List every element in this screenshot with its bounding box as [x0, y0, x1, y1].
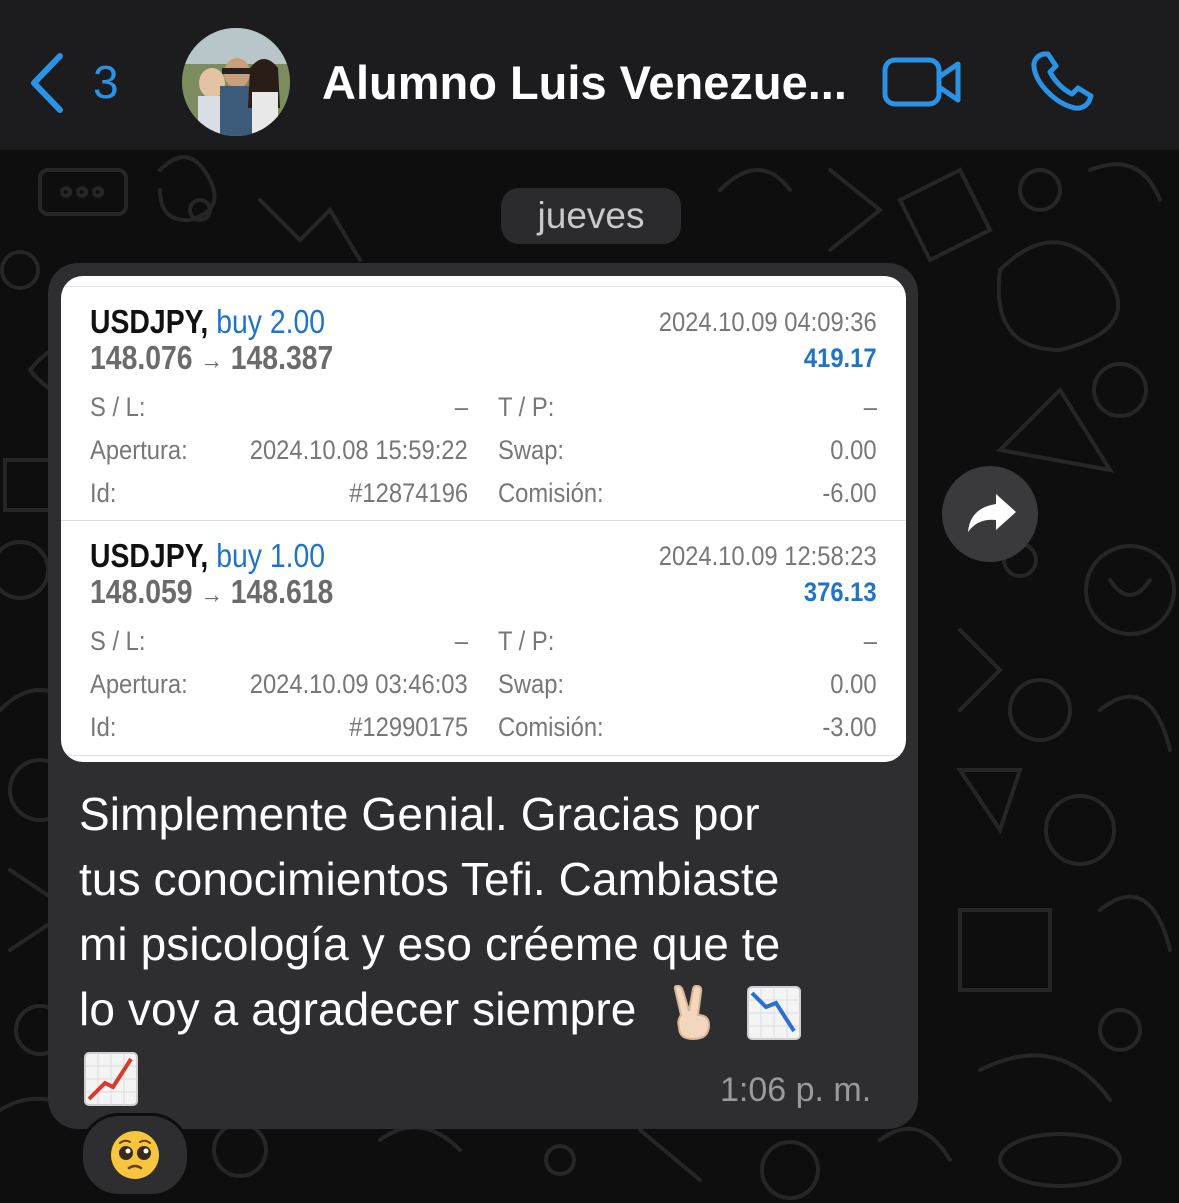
trade-entry: USDJPY, buy 1.00 148.059 → 148.618 2024.… — [61, 520, 906, 756]
message-reaction[interactable] — [80, 1113, 190, 1197]
sl-value: – — [454, 626, 468, 656]
message-line: tus conocimientos Tefi. Cambiaste — [79, 853, 780, 905]
id-value: #12874196 — [349, 478, 468, 508]
swap-value: 0.00 — [830, 669, 877, 699]
date-separator: jueves — [501, 188, 681, 244]
trade-close-time: 2024.10.09 04:09:36 — [658, 307, 877, 337]
contact-avatar[interactable] — [182, 28, 290, 136]
swap-label: Swap: — [498, 669, 565, 699]
tp-label: T / P: — [498, 392, 555, 422]
trade-prices: 148.076 → 148.387 — [90, 339, 334, 376]
chart-increasing-icon — [84, 1051, 138, 1106]
message-line: Simplemente Genial. Gracias por — [79, 788, 760, 840]
unread-count[interactable]: 3 — [93, 54, 119, 110]
trade-action: buy 2.00 — [216, 303, 326, 340]
trade-symbol-line: USDJPY, buy 2.00 — [90, 303, 326, 340]
sl-value: – — [454, 392, 468, 422]
video-call-icon[interactable] — [882, 55, 962, 109]
id-label: Id: — [90, 712, 117, 742]
open-time: 2024.10.09 03:46:03 — [249, 669, 468, 699]
trade-close-time: 2024.10.09 12:58:23 — [658, 541, 877, 571]
sl-label: S / L: — [90, 392, 146, 422]
pleading-face-icon — [111, 1131, 159, 1179]
message-line: mi psicología y eso créeme que te — [79, 918, 781, 970]
trade-prices: 148.059 → 148.618 — [90, 573, 334, 610]
open-label: Apertura: — [90, 669, 188, 699]
message-line: lo voy a agradecer siempre — [79, 977, 879, 1042]
commission-value: -6.00 — [822, 478, 877, 508]
id-label: Id: — [90, 478, 117, 508]
trade-profit: 419.17 — [804, 343, 877, 373]
back-chevron-icon[interactable] — [28, 52, 68, 114]
forward-arrow-icon — [968, 494, 1016, 532]
victory-hand-icon — [674, 984, 711, 1040]
tp-value: – — [863, 392, 877, 422]
forward-button[interactable] — [942, 466, 1038, 562]
trade-symbol-line: USDJPY, buy 1.00 — [90, 537, 326, 574]
message-timestamp: 1:06 p. m. — [720, 1071, 872, 1109]
phone-call-icon[interactable] — [1030, 50, 1096, 112]
commission-label: Comisión: — [498, 478, 604, 508]
chart-decreasing-icon — [747, 985, 802, 1040]
commission-value: -3.00 — [822, 712, 877, 742]
tp-value: – — [863, 626, 877, 656]
message-text: Simplemente Genial. Gracias por tus cono… — [79, 782, 879, 1107]
tp-label: T / P: — [498, 626, 555, 656]
trade-profit: 376.13 — [804, 577, 877, 607]
chat-header: 3 Alumno Luis Venezue... — [0, 0, 1179, 151]
swap-value: 0.00 — [830, 435, 877, 465]
sl-label: S / L: — [90, 626, 146, 656]
commission-label: Comisión: — [498, 712, 604, 742]
contact-name[interactable]: Alumno Luis Venezue... — [322, 55, 847, 111]
swap-label: Swap: — [498, 435, 565, 465]
id-value: #12990175 — [349, 712, 468, 742]
open-time: 2024.10.08 15:59:22 — [249, 435, 468, 465]
trade-entry: USDJPY, buy 2.00 148.076 → 148.387 2024.… — [61, 286, 906, 521]
trade-history-image[interactable]: USDJPY, buy 2.00 148.076 → 148.387 2024.… — [61, 276, 906, 762]
trade-action: buy 1.00 — [216, 537, 326, 574]
open-label: Apertura: — [90, 435, 188, 465]
